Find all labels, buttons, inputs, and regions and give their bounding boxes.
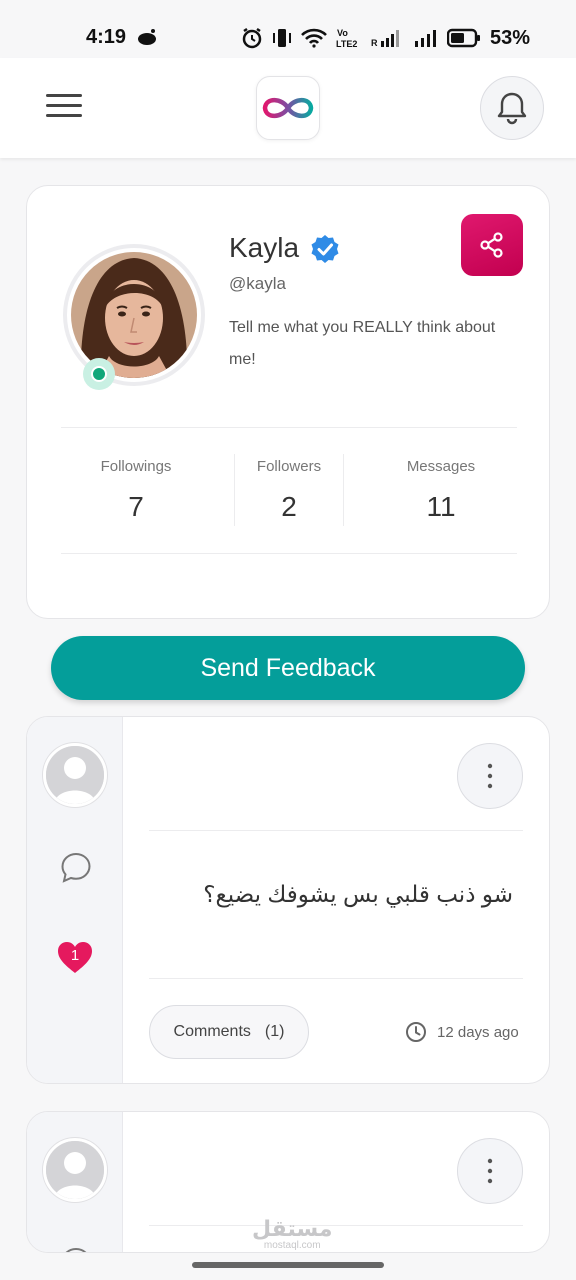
more-vertical-icon: [487, 763, 493, 789]
post-sidebar: 1: [27, 717, 123, 1083]
svg-text:Vo: Vo: [337, 28, 348, 38]
comments-count: (1): [264, 1023, 285, 1040]
anonymous-avatar: [43, 1138, 107, 1202]
avatar-portrait: [71, 252, 197, 378]
comment-icon[interactable]: [59, 851, 93, 885]
stat-value: 7: [128, 491, 144, 522]
post-sidebar: [27, 1112, 123, 1253]
bell-icon: [497, 92, 527, 125]
hamburger-icon-line: [46, 114, 82, 117]
alarm-icon: [242, 27, 262, 49]
anonymous-avatar: [43, 743, 107, 807]
like-heart-icon[interactable]: 1: [57, 941, 93, 975]
comments-label: Comments: [173, 1023, 251, 1040]
share-profile-button[interactable]: [461, 214, 523, 276]
comments-button[interactable]: Comments (1): [149, 1005, 309, 1059]
divider: [149, 1225, 523, 1226]
profile-card: Kayla @kayla Tell me what you REALLY thi…: [26, 185, 550, 619]
infinity-logo-icon: [262, 97, 314, 119]
divider: [149, 978, 523, 979]
watermark-arabic: مستقل: [252, 1216, 333, 1241]
stat-value: 11: [426, 491, 456, 522]
post-more-button[interactable]: [457, 743, 523, 809]
app-header: [0, 58, 576, 158]
stat-separator: [343, 454, 344, 526]
hamburger-icon-line: [46, 94, 82, 97]
battery-percent: 53%: [489, 26, 530, 49]
status-bar: 4:19 Vo LTE2 R 53%: [0, 0, 576, 58]
post-card: 1 شو ذنب قلبي بس يشوفك يضيع؟ Comments (1…: [26, 716, 550, 1084]
hamburger-icon-line: [46, 104, 82, 107]
user-silhouette-icon: [46, 746, 104, 804]
stat-label: Messages: [406, 458, 476, 475]
send-feedback-button[interactable]: Send Feedback: [51, 636, 525, 700]
divider: [61, 427, 517, 428]
profile-bio: Tell me what you REALLY think about me!: [229, 319, 496, 368]
avatar-image: [71, 252, 197, 378]
signal-icon: R: [371, 30, 399, 48]
post-more-button[interactable]: [457, 1138, 523, 1204]
profile-name: Kayla: [229, 232, 300, 263]
stat-followings[interactable]: Followings 7: [61, 458, 211, 523]
svg-text:R: R: [371, 38, 378, 48]
battery-icon: [446, 28, 480, 48]
like-count: 1: [70, 947, 80, 964]
online-status-indicator: [83, 358, 115, 390]
profile-avatar[interactable]: [63, 244, 205, 386]
watermark: مستقل mostaql.com: [252, 1216, 333, 1252]
vibrate-icon: [272, 29, 291, 47]
status-time: 4:19: [86, 26, 127, 48]
stat-label: Followings: [100, 458, 172, 475]
signal-icon-2: [414, 30, 436, 47]
stat-value: 2: [281, 491, 297, 522]
watermark-url: mostaql.com: [263, 1240, 321, 1251]
volte-icon: VoLTE2: [336, 28, 357, 49]
post-text: شو ذنب قلبي بس يشوفك يضيع؟: [203, 881, 513, 907]
svg-text:LTE2: LTE2: [336, 39, 357, 49]
post-time-text: 12 days ago: [437, 1023, 519, 1041]
clock-icon: [406, 1022, 426, 1042]
stat-followers[interactable]: Followers 2: [235, 458, 343, 523]
verified-badge-icon: [311, 235, 339, 263]
comment-icon[interactable]: [59, 1246, 93, 1253]
app-logo[interactable]: [256, 76, 320, 140]
share-icon: [480, 232, 503, 258]
user-silhouette-icon: [46, 1141, 104, 1199]
post-timestamp: 12 days ago: [405, 1021, 519, 1043]
profile-handle: @kayla: [229, 274, 286, 293]
notification-app-icon: [138, 29, 156, 45]
stat-label: Followers: [256, 458, 322, 475]
menu-button[interactable]: [46, 94, 82, 122]
wifi-icon: [301, 28, 327, 48]
notifications-button[interactable]: [480, 76, 544, 140]
status-icons: Vo LTE2 R 53%: [241, 26, 530, 50]
divider: [61, 553, 517, 554]
home-indicator[interactable]: [192, 1262, 384, 1268]
more-vertical-icon: [487, 1158, 493, 1184]
stat-messages[interactable]: Messages 11: [367, 458, 515, 523]
divider: [149, 830, 523, 831]
